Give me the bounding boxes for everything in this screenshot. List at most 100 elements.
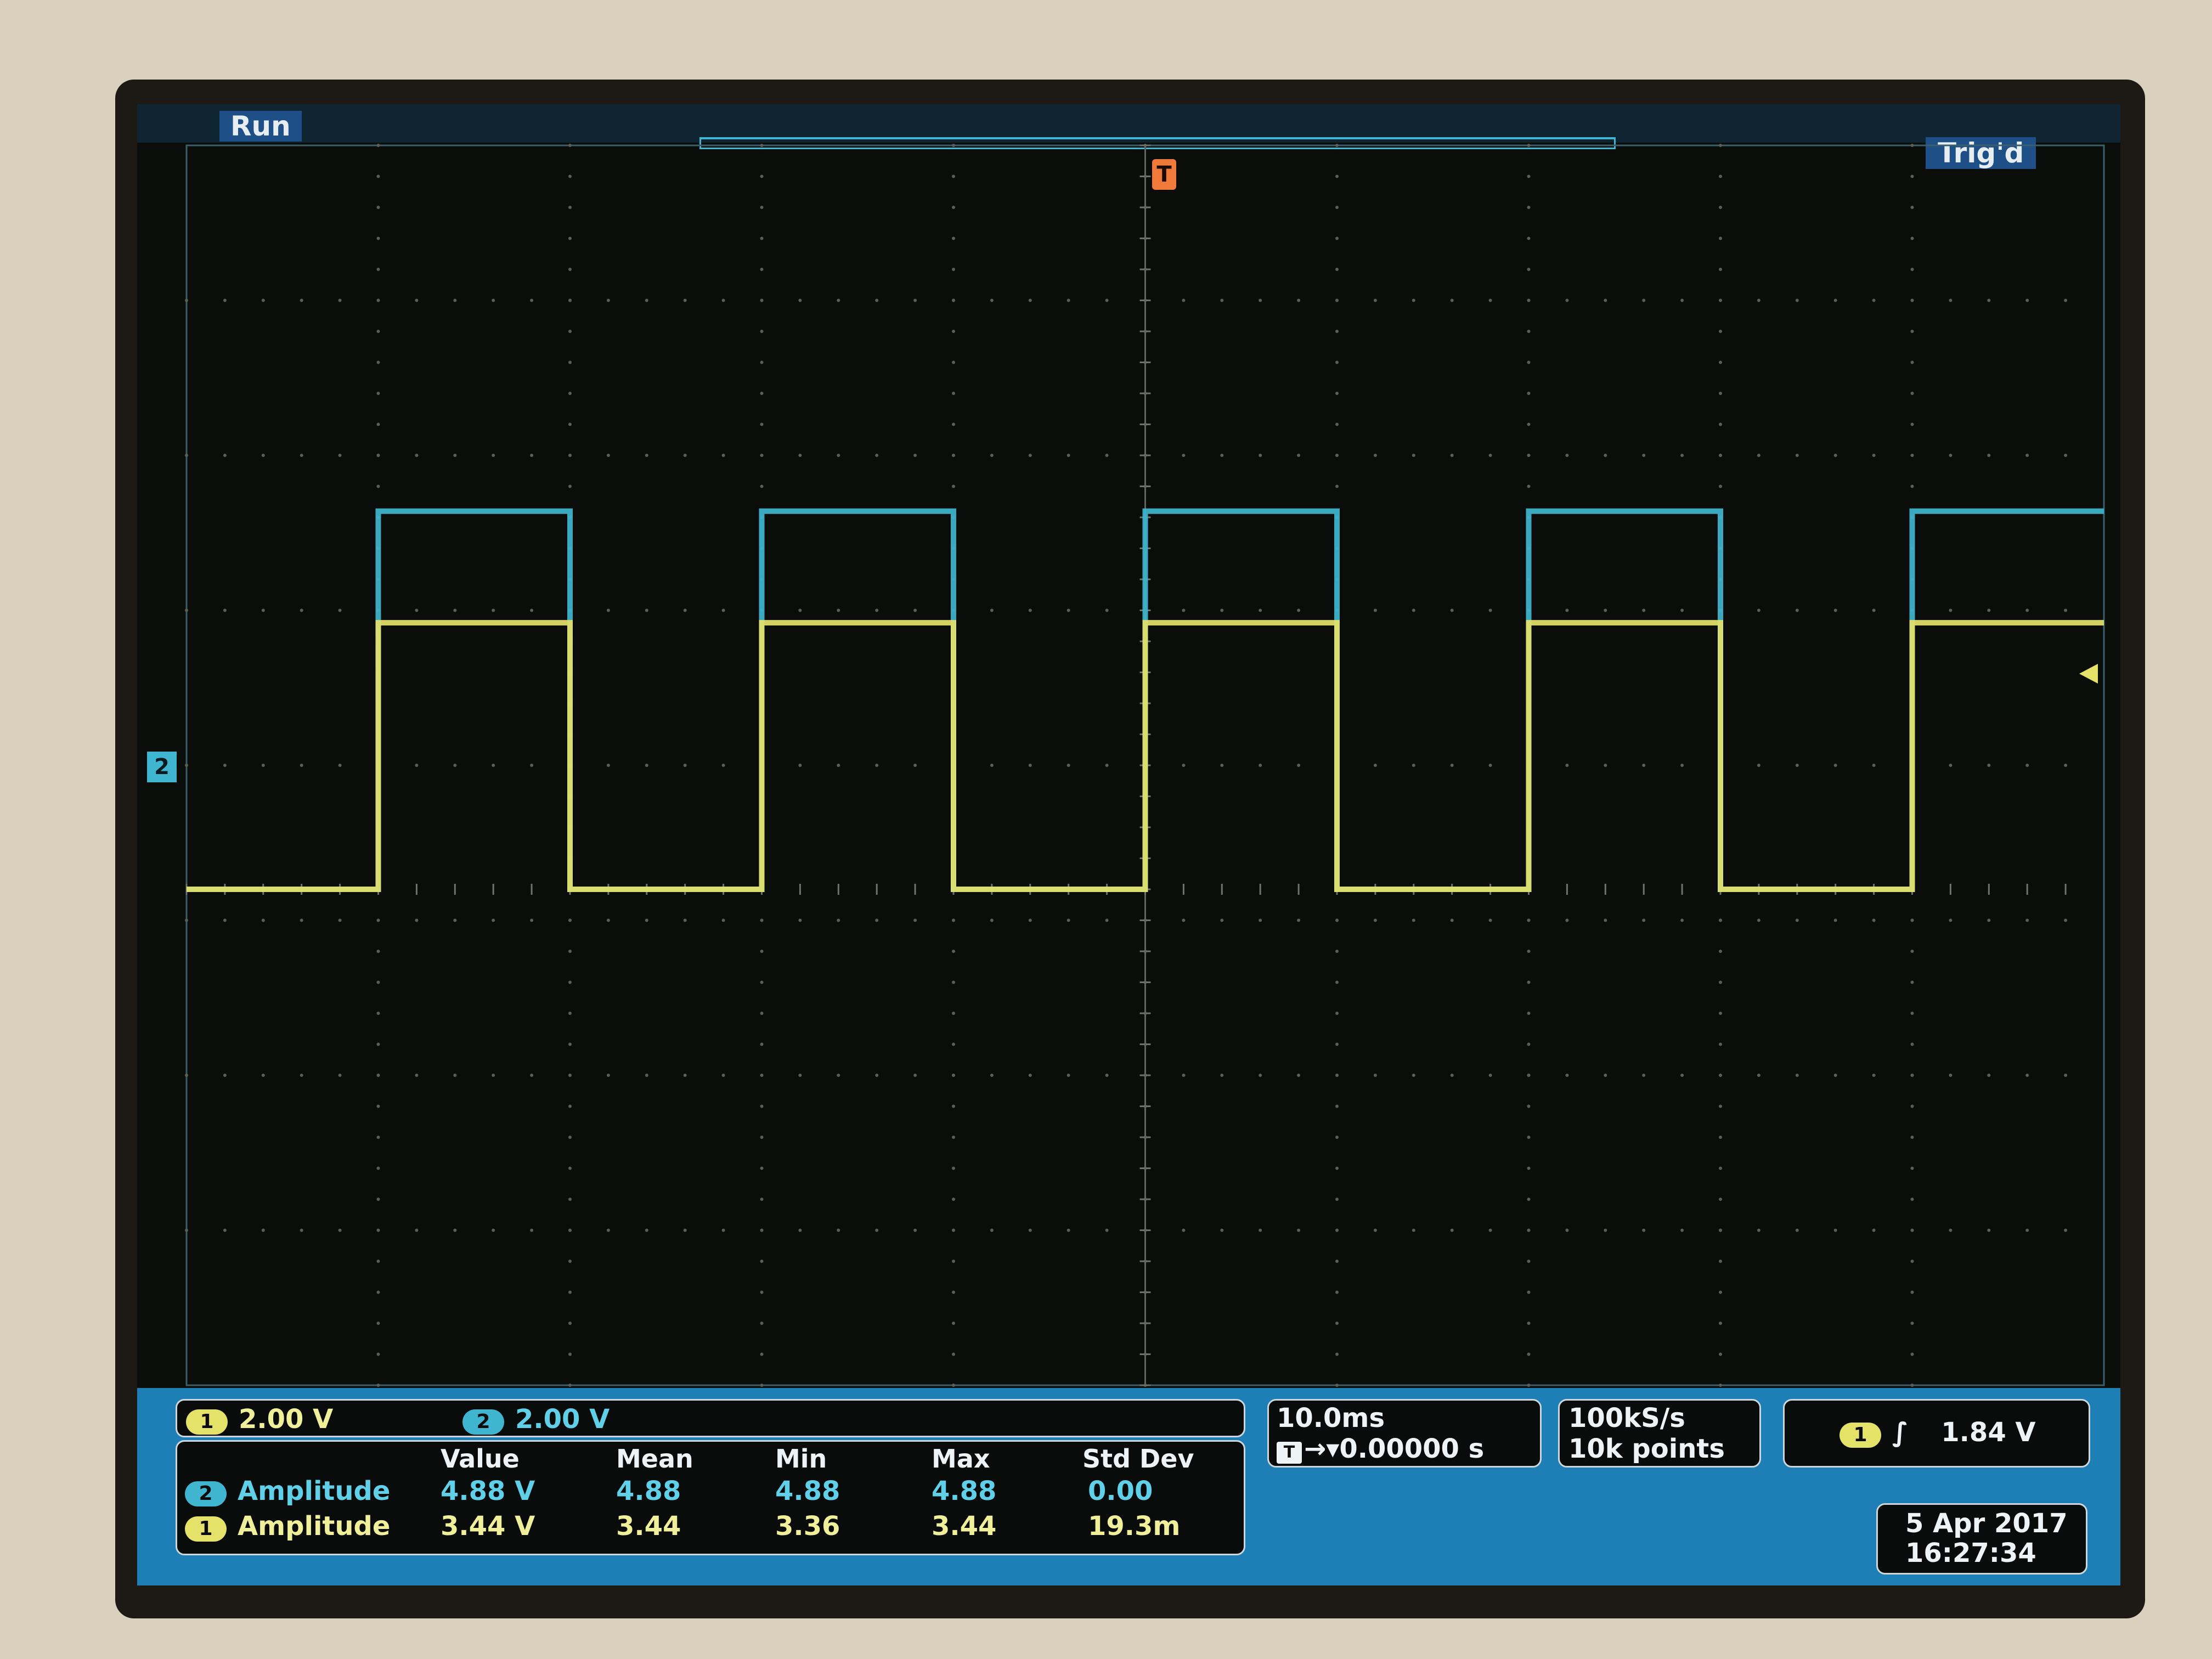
grid-dot (1335, 1042, 1339, 1046)
grid-dot (1105, 1228, 1109, 1232)
grid-dot (1450, 1228, 1454, 1232)
grid-dot (721, 1228, 725, 1232)
row-ch2-badge: 2 (185, 1481, 227, 1506)
grid-dot (1335, 1384, 1339, 1387)
row-ch1-label: Amplitude (238, 1511, 391, 1542)
grid-dot (1719, 980, 1722, 984)
grid-dot (1910, 330, 1914, 333)
grid-dot (223, 454, 227, 457)
grid-dot (1335, 454, 1339, 457)
grid-dot (1182, 918, 1186, 922)
grid-dot (338, 454, 342, 457)
grid-dot (1335, 1104, 1339, 1108)
grid-dot (1757, 764, 1760, 767)
grid-dot (1488, 608, 1492, 612)
grid-dot (1335, 360, 1339, 364)
grid-dot (1527, 918, 1531, 922)
grid-dot (1565, 1074, 1569, 1077)
grid-dot (952, 1290, 955, 1294)
grid-dot (683, 1074, 687, 1077)
grid-dot (1066, 918, 1070, 922)
grid-dot (568, 918, 572, 922)
grid-dot (1680, 608, 1684, 612)
grid-dot (1910, 392, 1914, 395)
grid-dot (760, 1352, 764, 1356)
grid-dot (2025, 1074, 2029, 1077)
row-ch2-mean: 4.88 (616, 1476, 681, 1506)
grid-dot (1412, 764, 1415, 767)
grid-dot (1373, 764, 1377, 767)
grid-dot (300, 918, 303, 922)
grid-dot (952, 1198, 955, 1201)
grid-dot (568, 454, 572, 457)
grid-dot (606, 918, 610, 922)
ch1-scale[interactable]: 1 2.00 V (186, 1404, 333, 1435)
grid-dot (990, 608, 994, 612)
grid-dot (760, 1198, 764, 1201)
grid-dot (875, 454, 879, 457)
grid-dot (760, 918, 764, 922)
grid-dot (1335, 950, 1339, 953)
grid-dot (1028, 298, 1032, 302)
grid-dot (568, 1166, 572, 1170)
grid-dot (645, 918, 648, 922)
grid-dot (760, 298, 764, 302)
grid-dot (568, 206, 572, 209)
grid-dot (2025, 608, 2029, 612)
grid-dot (1719, 454, 1722, 457)
grid-dot (1987, 608, 1991, 612)
grid-dot (1719, 1228, 1722, 1232)
grid-dot (376, 298, 380, 302)
acquisition-box[interactable]: 100kS/s 10k points (1558, 1399, 1761, 1468)
grid-dot (1450, 918, 1454, 922)
grid-dot (1335, 1012, 1339, 1015)
grid-dot (568, 1104, 572, 1108)
grid-dot (760, 174, 764, 178)
grid-dot (376, 1322, 380, 1325)
grid-dot (376, 980, 380, 984)
row-ch1-badge: 1 (185, 1516, 227, 1542)
row-ch1-mean: 3.44 (616, 1511, 681, 1542)
grid-dot (1450, 454, 1454, 457)
grid-dot (1335, 422, 1339, 426)
header-min: Min (775, 1444, 827, 1474)
grid-dot (1833, 764, 1837, 767)
grid-dot (376, 1260, 380, 1263)
grid-dot (1719, 484, 1722, 488)
grid-dot (952, 980, 955, 984)
measurement-row: 1 Amplitude (185, 1511, 390, 1542)
grid-dot (760, 236, 764, 240)
grid-dot (1949, 298, 1953, 302)
grid-dot (760, 206, 764, 209)
grid-dot (952, 1166, 955, 1170)
grid-dot (492, 608, 495, 612)
grid-dot (1565, 918, 1569, 922)
grid-dot (185, 298, 188, 302)
grid-dot (1719, 1198, 1722, 1201)
row-ch1-std-dev: 19.3m (1088, 1511, 1181, 1542)
grid-dot (1527, 950, 1531, 953)
grid-dot (492, 1074, 495, 1077)
grid-dot (952, 950, 955, 953)
grid-dot (376, 1042, 380, 1046)
grid-dot (1719, 268, 1722, 271)
grid-dot (1987, 1228, 1991, 1232)
grid-dot (1335, 298, 1339, 302)
grid-dot (645, 298, 648, 302)
grid-dot (1949, 454, 1953, 457)
grid-dot (376, 1352, 380, 1356)
grid-dot (1527, 1228, 1531, 1232)
grid-dot (1105, 764, 1109, 767)
grid-dot (2064, 1228, 2068, 1232)
grid-dot (1795, 1228, 1799, 1232)
grid-dot (530, 1228, 534, 1232)
grid-dot (1910, 1290, 1914, 1294)
grid-dot (683, 454, 687, 457)
timebase-box[interactable]: 10.0ms T →▾0.00000 s (1267, 1399, 1542, 1468)
grid-dot (952, 144, 955, 147)
ch2-scale[interactable]: 2 2.00 V (462, 1404, 610, 1435)
grid-dot (1450, 608, 1454, 612)
trigger-settings-box[interactable]: 1 ∫ 1.84 V (1783, 1399, 2090, 1468)
grid-dot (837, 1074, 840, 1077)
grid-dot (530, 764, 534, 767)
